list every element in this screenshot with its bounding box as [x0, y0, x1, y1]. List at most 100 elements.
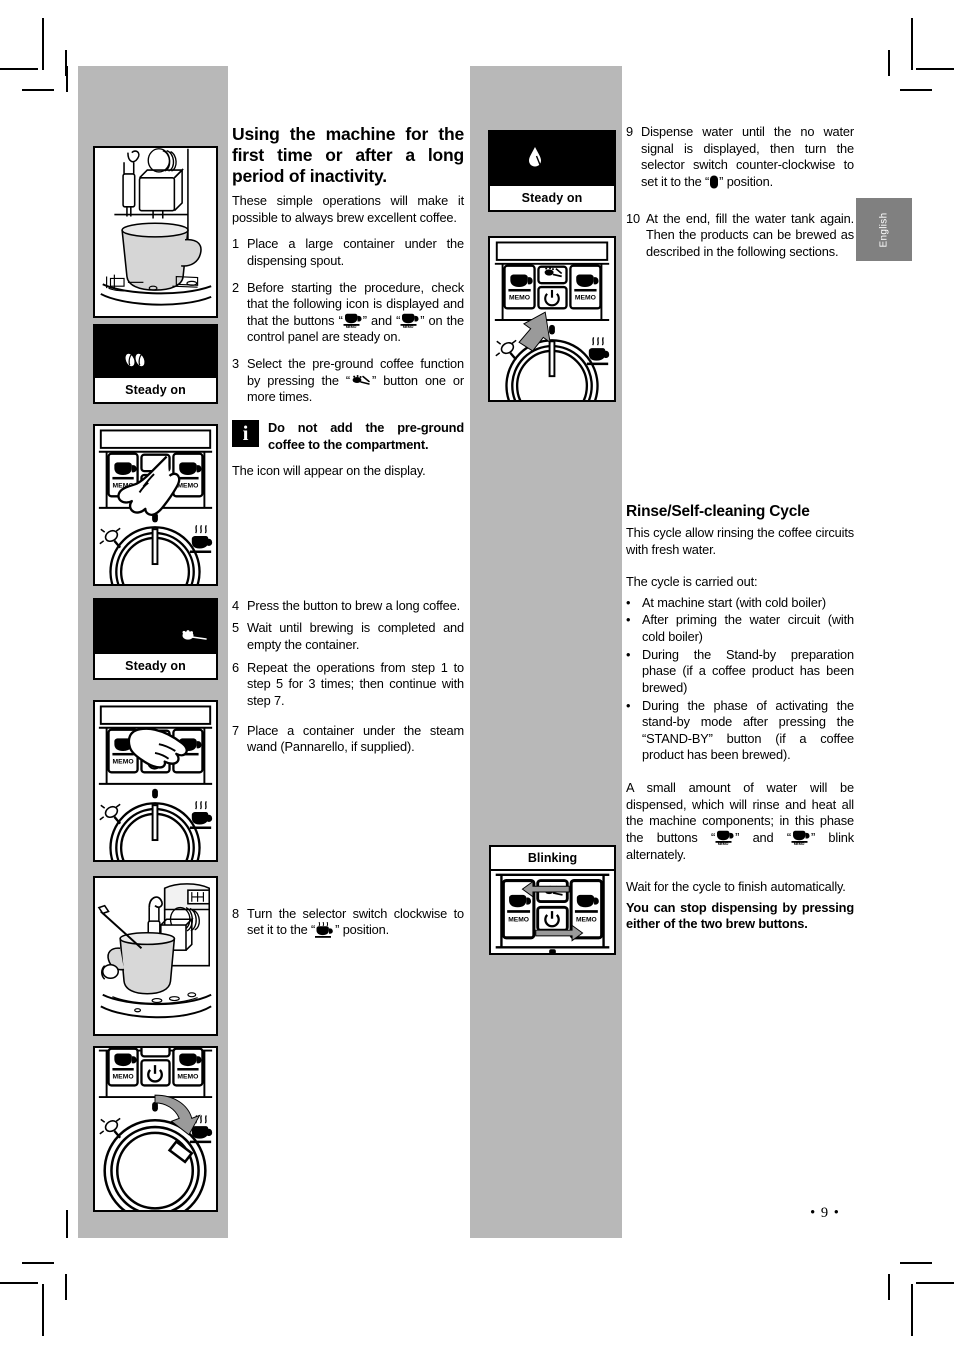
trim-line-left-bottom	[66, 1210, 68, 1238]
language-side-tab: English	[856, 198, 912, 261]
step-3-text: Select the pre-ground coffee function by…	[247, 356, 464, 406]
info-icon: i	[232, 419, 259, 447]
step-5-number: 5	[232, 620, 239, 636]
svg-text:MEMO: MEMO	[113, 1074, 134, 1081]
step-5: 5 Wait until brewing is completed and em…	[232, 620, 464, 653]
crop-mark-bl2-v	[65, 1274, 67, 1300]
step-1: 1 Place a large container under the disp…	[232, 236, 464, 269]
bullet-marker: •	[626, 594, 631, 610]
figure-display-no-water-icon: Steady on	[488, 130, 616, 212]
step-3-number: 3	[232, 356, 239, 371]
rinse-intro: This cycle allow rinsing the coffee circ…	[626, 524, 854, 557]
crop-mark-br-v	[911, 1284, 913, 1336]
step-8-number: 8	[232, 905, 239, 921]
step-6-text: Repeat the operations from step 1 to ste…	[247, 659, 464, 708]
step-4: 4 Press the button to brew a long coffee…	[232, 598, 464, 615]
right-text-column: 9 Dispense water until the no water sign…	[626, 124, 854, 943]
step-10-number: 10	[626, 210, 640, 226]
step-10: 10 At the end, fill the water tank again…	[626, 211, 854, 261]
step-7-number: 7	[232, 722, 239, 738]
brew-button-icon: MEMO	[343, 313, 363, 328]
crop-mark-br-h	[916, 1282, 954, 1284]
crop-mark-bl2-h	[22, 1262, 54, 1264]
figure-display-preground-icon: Steady on	[93, 598, 218, 680]
step-5-text: Wait until brewing is completed and empt…	[247, 620, 464, 652]
crop-mark-tr-v	[911, 18, 913, 70]
figure-control-panel-blinking-buttons: Blinking MEMO MEMO	[489, 845, 616, 955]
step-6-number: 6	[232, 659, 239, 675]
rinse-list-intro: The cycle is carried out:	[626, 574, 758, 590]
rinse-bullet-4: • During the phase of activating the sta…	[626, 698, 854, 765]
rinse-bullet-3: • During the Stand-by preparation phase …	[626, 647, 854, 697]
step-2-number: 2	[232, 279, 239, 295]
figure-control-panel-hand-press-long-coffee: MEMO	[93, 700, 218, 862]
trim-line-left	[66, 66, 68, 92]
rinse-section-heading: Rinse/Self-cleaning Cycle	[626, 503, 810, 521]
crop-mark-bl-h	[0, 1282, 38, 1284]
svg-text:MEMO: MEMO	[177, 483, 198, 490]
step-10-text: At the end, fill the water tank again. T…	[646, 210, 854, 259]
step-3: 3 Select the pre-ground coffee function …	[232, 356, 464, 406]
crop-mark-br2-h	[900, 1262, 932, 1264]
figure-machine-steam-wand-container	[93, 876, 218, 1036]
figure-display-coffee-bean: Steady on	[93, 324, 218, 404]
svg-text:MEMO: MEMO	[508, 917, 529, 924]
crop-mark-bl-v	[42, 1284, 44, 1336]
figure-control-panel-selector-counter-clockwise: MEMO MEMO	[488, 236, 616, 402]
lcd-screen	[490, 132, 614, 186]
pre-ground-coffee-icon	[350, 374, 372, 389]
rinse-bullet-2-text: After priming the water circuit (with co…	[642, 612, 854, 645]
step-8-text-after: ” position.	[335, 922, 390, 938]
step-9-text-after: ” position.	[719, 173, 774, 189]
svg-text:MEMO: MEMO	[718, 842, 729, 845]
rinse-bullet-4-text: During the phase of activating the stand…	[642, 697, 854, 763]
step-8-text: Turn the selector switch clockwise to se…	[247, 906, 464, 939]
off-position-icon	[709, 175, 719, 189]
svg-text:MEMO: MEMO	[113, 759, 134, 766]
svg-text:MEMO: MEMO	[576, 917, 597, 924]
svg-text:MEMO: MEMO	[509, 295, 530, 302]
rinse-blink-text-mid: ” and “	[735, 829, 791, 845]
after-note-paragraph: The icon will appear on the display.	[232, 463, 426, 479]
svg-text:MEMO: MEMO	[794, 842, 805, 845]
crop-mark-tl-v	[42, 18, 44, 70]
step-1-text: Place a large container under the dispen…	[247, 236, 464, 268]
step-9-number: 9	[626, 124, 633, 139]
step-2-text: Before starting the procedure, check tha…	[247, 280, 464, 347]
brew-button-icon: MEMO	[791, 830, 811, 845]
svg-text:MEMO: MEMO	[345, 325, 356, 328]
figure-caption-steady-on: Steady on	[490, 186, 614, 210]
blinking-figure-body: MEMO MEMO	[491, 871, 614, 953]
rinse-closing-normal: Wait for the cycle to finish automatical…	[626, 879, 846, 895]
bullet-marker: •	[626, 697, 631, 713]
step-2: 2 Before starting the procedure, check t…	[232, 280, 464, 347]
rinse-closing-bold: You can stop dispensing by pressing eith…	[626, 899, 854, 932]
figure-caption-steady-on: Steady on	[95, 378, 216, 402]
bullet-marker: •	[626, 612, 631, 628]
figure-control-panel-selector-clockwise: MEMO MEMO	[93, 1046, 218, 1212]
lcd-screen	[95, 600, 216, 654]
step-7: 7 Place a container under the steam wand…	[232, 723, 464, 756]
language-side-tab-label: English	[878, 212, 890, 247]
brew-button-icon: MEMO	[400, 313, 420, 328]
crop-mark-tl-h	[0, 68, 38, 70]
step-9-text: Dispense water until the no water signal…	[641, 124, 854, 191]
step-7-text: Place a container under the steam wand (…	[247, 722, 464, 755]
rinse-section: Rinse/Self-cleaning Cycle This cycle all…	[626, 503, 854, 933]
pre-ground-coffee-icon	[179, 630, 209, 646]
svg-text:MEMO: MEMO	[575, 295, 596, 302]
step-4-text: Press the button to brew a long coffee.	[247, 597, 461, 613]
step-6: 6 Repeat the operations from step 1 to s…	[232, 660, 464, 710]
left-text-column: Using the machine for the first time or …	[232, 124, 464, 949]
crop-mark-tr2-h	[900, 89, 932, 91]
step-8: 8 Turn the selector switch clockwise to …	[232, 906, 464, 939]
crop-mark-br2-v	[888, 1274, 890, 1300]
coffee-beans-icon	[123, 352, 149, 368]
crop-mark-tr-h	[916, 68, 954, 70]
rinse-blink-paragraph: A small amount of water will be dispense…	[626, 780, 854, 863]
no-water-icon	[526, 146, 544, 168]
svg-text:MEMO: MEMO	[177, 1074, 198, 1081]
step-4-number: 4	[232, 597, 239, 613]
step-9: 9 Dispense water until the no water sign…	[626, 124, 854, 191]
crop-mark-tl2-h	[22, 89, 54, 91]
